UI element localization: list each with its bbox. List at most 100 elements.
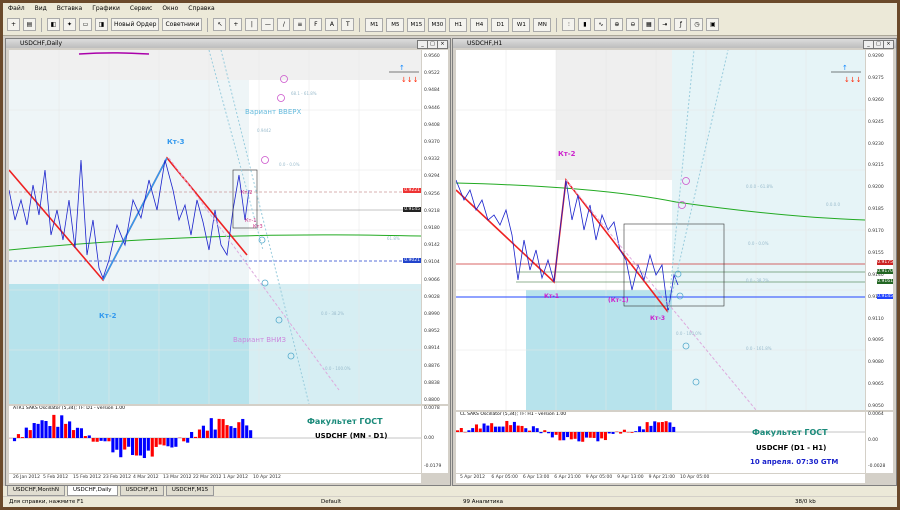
chart-window-h1[interactable]: USDCHF,H1 _ □ × 0.0.0 - 61.8% 0.0.0.0 0.… <box>452 38 897 486</box>
tf-m15[interactable]: M15 <box>407 17 426 32</box>
oscillator-bar <box>60 415 64 438</box>
market-watch-icon[interactable]: ◧ <box>47 18 60 31</box>
oscillator-bar <box>225 425 229 438</box>
indicators-icon[interactable]: ƒ <box>674 18 688 31</box>
oscillator-bar <box>79 428 83 438</box>
tf-m5[interactable]: M5 <box>386 17 405 32</box>
templates-icon[interactable]: ▣ <box>706 18 720 31</box>
menu-charts[interactable]: Графики <box>87 5 125 12</box>
oscillator-bar <box>56 426 60 438</box>
date-tick-label: 13 Mar 2012 <box>163 475 192 480</box>
menu-insert[interactable]: Вставка <box>52 5 87 12</box>
date-tick-label: 9 Apr 13:00 <box>617 475 644 480</box>
svg-text:0.0 - 161.8%: 0.0 - 161.8% <box>746 346 772 351</box>
oscillator-bar <box>12 438 17 442</box>
tf-d1[interactable]: D1 <box>491 17 510 32</box>
tf-h1[interactable]: H1 <box>449 17 468 32</box>
menu-window[interactable]: Окно <box>157 5 183 12</box>
oscillator-bar <box>158 438 162 445</box>
tf-m1[interactable]: M1 <box>365 17 384 32</box>
new-chart-icon[interactable]: + <box>7 18 20 31</box>
tf-mn[interactable]: MN <box>533 17 552 32</box>
oscillator-bar <box>524 428 528 432</box>
oscillator-bar <box>566 432 570 438</box>
oscillator-bar <box>611 432 615 434</box>
label-variant-down: Вариант ВНИЗ <box>233 336 287 344</box>
price-chart[interactable]: 68.1 - 61.8% 0.9442 0.0 - 0.0% 61.8% 0.0 - … <box>9 50 421 404</box>
zoom-in-icon[interactable]: ⊕ <box>610 18 624 31</box>
tf-h4[interactable]: H4 <box>470 17 489 32</box>
price-chart-svg: 0.0.0 - 61.8% 0.0.0.0 0.0 - 0.0% 0.0 - 38.… <box>456 50 865 410</box>
oscillator-bar <box>603 432 607 441</box>
price-tick-label: 0.9170 <box>868 229 884 234</box>
trendline-icon[interactable]: / <box>277 18 291 31</box>
price-tick-label: 0.9185 <box>868 207 884 213</box>
navigator-icon[interactable]: ✦ <box>63 18 76 31</box>
price-tick-label: 0.8876 <box>424 363 440 369</box>
label-kt2-small: Кт-2 <box>241 190 253 196</box>
cursor-icon[interactable]: ↖ <box>213 18 227 31</box>
price-tick-label: 0.8800 <box>424 398 440 403</box>
arrow-up-icon: ↑ <box>842 64 848 72</box>
zoom-out-icon[interactable]: ⊖ <box>626 18 640 31</box>
crosshair-icon[interactable]: + <box>229 18 243 31</box>
svg-text:0.0 - 0.0%: 0.0 - 0.0% <box>279 162 300 167</box>
tab-usdchf-daily[interactable]: USDCHF,Daily <box>67 486 118 496</box>
hline-icon[interactable]: — <box>261 18 275 31</box>
date-tick-label: 5 Apr 2012 <box>460 475 485 480</box>
oscillator-bar <box>28 430 32 438</box>
menu-view[interactable]: Вид <box>30 5 52 12</box>
svg-text:0.0.0 - 61.8%: 0.0.0 - 61.8% <box>746 184 773 189</box>
date-tick-label: 10 Apr 2012 <box>253 475 281 480</box>
oscillator-bar <box>660 422 664 432</box>
oscillator-panel[interactable]: CL SAKS Oscillator (5,34); TF: H1 - vers… <box>456 412 865 473</box>
fibo-icon[interactable]: F <box>309 18 323 31</box>
autoscroll-icon[interactable]: ⇥ <box>658 18 672 31</box>
top-zone <box>556 50 672 180</box>
candle-chart-icon[interactable]: ▮ <box>578 18 592 31</box>
tf-w1[interactable]: W1 <box>512 17 531 32</box>
tester-icon[interactable]: ◨ <box>95 18 108 31</box>
oscillator-bar <box>40 420 44 438</box>
oscillator-bar <box>24 427 28 438</box>
price-chart[interactable]: 0.0.0 - 61.8% 0.0.0.0 0.0 - 0.0% 0.0 - 38.… <box>456 50 865 410</box>
chart-window-daily[interactable]: USDCHF,Daily _ □ × 68.1 - 61.8% 0.9442 0… <box>5 38 451 486</box>
close-button[interactable]: × <box>883 40 894 49</box>
oscillator-bar <box>111 438 115 453</box>
oscillator-bar <box>237 422 241 438</box>
menu-tools[interactable]: Сервис <box>125 5 157 12</box>
oscillator-bar <box>20 437 24 438</box>
oscillator-bar <box>550 432 554 438</box>
channel-icon[interactable]: ≡ <box>293 18 307 31</box>
line-chart-icon[interactable]: ∿ <box>594 18 608 31</box>
text-icon[interactable]: A <box>325 18 339 31</box>
svg-text:0.9442: 0.9442 <box>257 128 271 133</box>
brand-title: Факультет ГОСТ <box>307 417 383 426</box>
bar-chart-icon[interactable]: ⫶ <box>562 18 576 31</box>
price-tag: 0.9145 <box>877 294 893 299</box>
vline-icon[interactable]: | <box>245 18 259 31</box>
tab-usdchf-mn[interactable]: USDCHF,MonthN <box>7 486 65 496</box>
close-button[interactable]: × <box>437 40 448 49</box>
periods-icon[interactable]: ◷ <box>690 18 704 31</box>
menu-file[interactable]: Файл <box>3 5 30 12</box>
new-order-button[interactable]: Новый Ордер <box>111 18 160 31</box>
menu-help[interactable]: Справка <box>183 5 219 12</box>
tab-usdchf-m15[interactable]: USDCHF,M15 <box>165 486 215 496</box>
arrow-down-icon: ↓↓↓ <box>844 76 862 84</box>
oscillator-bar <box>162 438 166 446</box>
oscillator-bar <box>664 421 668 432</box>
oscillator-bar <box>520 425 524 432</box>
terminal-icon[interactable]: ▭ <box>79 18 92 31</box>
tab-usdchf-h1[interactable]: USDCHF,H1 <box>119 486 164 496</box>
label-icon[interactable]: T <box>341 18 355 31</box>
oscillator-panel[interactable]: ATR1 SAKS Oscillator (5,34); TF: D1 - ve… <box>9 406 421 473</box>
oscillator-bar <box>190 431 194 438</box>
profiles-icon[interactable]: ▤ <box>23 18 36 31</box>
advisors-button[interactable]: Советники <box>162 18 203 31</box>
tf-m30[interactable]: M30 <box>428 17 447 32</box>
date-tick-label: 15 Feb 2012 <box>73 475 102 480</box>
tile-icon[interactable]: ▦ <box>642 18 656 31</box>
price-tick-label: 0.9245 <box>868 119 884 125</box>
arrow-up-icon: ↑ <box>399 64 405 72</box>
